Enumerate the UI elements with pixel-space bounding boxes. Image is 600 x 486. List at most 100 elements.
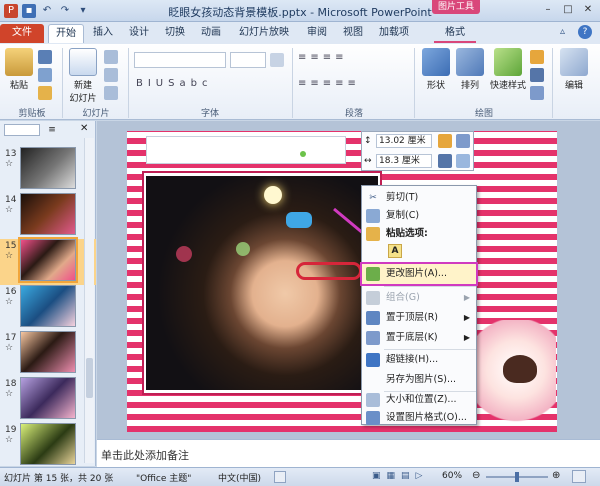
context-menu: ✂ 剪切(T) 复制(C) 粘贴选项: A 更改图片(A)... 组合(G) ▶… — [360, 185, 478, 428]
save-icon[interactable]: ▪ — [22, 4, 36, 18]
tab-file[interactable]: 文件 — [0, 24, 44, 43]
width-input[interactable]: 18.3 厘米 — [376, 154, 432, 168]
thumbnail-row[interactable]: 18 ☆ — [0, 377, 96, 423]
slide-thumbnail[interactable] — [20, 147, 76, 189]
submenu-arrow-icon: ▶ — [463, 333, 470, 342]
menu-item-format-picture[interactable]: 设置图片格式(O)... — [362, 408, 476, 428]
thumbnail-scrollbar[interactable] — [84, 138, 94, 463]
quick-styles-button[interactable]: 快速样式 — [488, 48, 528, 91]
close-button[interactable]: ✕ — [580, 3, 596, 17]
spellcheck-icon[interactable] — [274, 471, 286, 483]
tab-animations[interactable]: 动画 — [196, 24, 226, 43]
reset-icon[interactable] — [104, 68, 118, 82]
menu-item-group[interactable]: 组合(G) ▶ — [362, 288, 476, 308]
thumbnail-row-selected[interactable]: 15 ☆ — [0, 237, 96, 285]
paste-keep-text-icon[interactable]: A — [388, 244, 402, 258]
ribbon-minimize-icon[interactable]: ▵ — [560, 26, 565, 37]
menu-item-size-position[interactable]: 大小和位置(Z)... — [362, 390, 476, 410]
tab-transitions[interactable]: 切换 — [160, 24, 190, 43]
fit-to-window-icon[interactable] — [572, 470, 586, 483]
redo-icon[interactable]: ↷ — [58, 4, 72, 18]
tab-addins[interactable]: 加载项 — [374, 24, 414, 43]
copy-icon[interactable] — [38, 68, 52, 82]
new-slide-button[interactable]: 新建 幻灯片 — [66, 48, 100, 104]
menu-item-bring-to-front[interactable]: 置于顶层(R) ▶ — [362, 308, 476, 328]
rotate-handle[interactable] — [300, 151, 306, 157]
shape-outline-icon[interactable] — [530, 68, 544, 82]
tab-insert[interactable]: 插入 — [88, 24, 118, 43]
zoom-in-icon[interactable]: ⊕ — [552, 470, 560, 481]
slide-thumbnail[interactable] — [20, 331, 76, 373]
section-icon[interactable] — [104, 86, 118, 100]
outline-tab-icon[interactable]: ≡ — [42, 124, 62, 136]
menu-item-copy[interactable]: 复制(C) — [362, 206, 476, 226]
bring-front-icon — [366, 311, 380, 325]
zoom-out-icon[interactable]: ⊖ — [472, 470, 480, 481]
shape-fill-icon[interactable] — [530, 50, 544, 64]
theme-name[interactable]: "Office 主题" — [136, 471, 191, 484]
slide-thumbnail[interactable] — [20, 377, 76, 419]
title-placeholder[interactable] — [146, 136, 346, 164]
font-size-combo[interactable] — [230, 52, 266, 68]
help-icon[interactable]: ? — [578, 25, 592, 39]
close-pane-icon[interactable]: ✕ — [80, 123, 88, 134]
quick-styles-icon — [494, 48, 522, 76]
thumbnail-row[interactable]: 14 ☆ — [0, 193, 96, 239]
slide-thumbnail[interactable] — [18, 237, 78, 283]
thumbnail-row[interactable]: 17 ☆ — [0, 331, 96, 377]
height-input[interactable]: 13.02 厘米 — [376, 134, 432, 148]
maximize-button[interactable]: □ — [560, 3, 576, 17]
grow-font-icon[interactable] — [270, 53, 284, 67]
format-painter-icon[interactable] — [38, 86, 52, 100]
layout-icon[interactable] — [104, 50, 118, 64]
scrollbar-thumb[interactable] — [86, 358, 93, 398]
arrange-button[interactable]: 排列 — [454, 48, 486, 91]
group-icon — [366, 291, 380, 305]
menu-separator — [384, 286, 476, 287]
tab-format[interactable]: 格式 — [434, 24, 476, 43]
tab-home[interactable]: 开始 — [48, 24, 84, 43]
undo-icon[interactable]: ↶ — [40, 4, 54, 18]
thumbnail-row[interactable]: 19 ☆ — [0, 423, 96, 469]
menu-item-change-picture[interactable]: 更改图片(A)... — [360, 262, 478, 286]
find-icon — [560, 48, 588, 76]
slides-tab[interactable] — [4, 124, 40, 136]
width-icon: ↔ — [364, 156, 372, 166]
menu-item-save-as-picture[interactable]: 另存为图片(S)... — [362, 370, 476, 390]
slide-thumbnail[interactable] — [20, 285, 76, 327]
group-separator — [62, 48, 63, 118]
align-icon[interactable] — [438, 154, 452, 168]
shapes-button[interactable]: 形状 — [420, 48, 452, 91]
view-buttons[interactable]: ▣▦▤▷ — [372, 471, 428, 481]
customize-toolbar-icon[interactable]: ▾ — [76, 4, 90, 18]
align-buttons[interactable]: ≡≡≡≡≡ — [298, 78, 360, 89]
thumbnail-row[interactable]: 16 ☆ — [0, 285, 96, 331]
tab-review[interactable]: 审阅 — [302, 24, 332, 43]
slide-thumbnail[interactable] — [20, 423, 76, 465]
tab-view[interactable]: 视图 — [338, 24, 368, 43]
notes-pane[interactable]: 单击此处添加备注 — [97, 439, 600, 467]
editing-button[interactable]: 编辑 — [556, 48, 592, 91]
paste-button[interactable]: 粘贴 — [4, 48, 34, 91]
menu-item-cut[interactable]: ✂ 剪切(T) — [362, 188, 476, 208]
cut-icon[interactable] — [38, 50, 52, 64]
rotate-icon[interactable] — [456, 154, 470, 168]
minimize-button[interactable]: – — [540, 3, 556, 17]
list-buttons[interactable]: ≡≡≡≡ — [298, 52, 348, 63]
tab-design[interactable]: 设计 — [124, 24, 154, 43]
window-title: 眨眼女孩动态背景模板.pptx - Microsoft PowerPoint — [168, 6, 432, 19]
zoom-slider-thumb[interactable] — [515, 472, 519, 482]
crop-icon[interactable] — [438, 134, 452, 148]
shape-effects-icon[interactable] — [530, 86, 544, 100]
bring-forward-icon[interactable] — [456, 134, 470, 148]
language[interactable]: 中文(中国) — [218, 471, 261, 484]
font-format-buttons[interactable]: BIUSabc — [136, 78, 212, 89]
tab-slideshow[interactable]: 幻灯片放映 — [232, 24, 296, 43]
menu-item-hyperlink[interactable]: 超链接(H)... — [362, 350, 476, 370]
bokeh-light — [264, 186, 282, 204]
thumbnail-row[interactable]: 13 ☆ — [0, 147, 96, 193]
zoom-level[interactable]: 60% — [442, 471, 462, 481]
font-name-combo[interactable] — [134, 52, 226, 68]
slide-thumbnail[interactable] — [20, 193, 76, 235]
menu-item-send-to-back[interactable]: 置于底层(K) ▶ — [362, 328, 476, 348]
